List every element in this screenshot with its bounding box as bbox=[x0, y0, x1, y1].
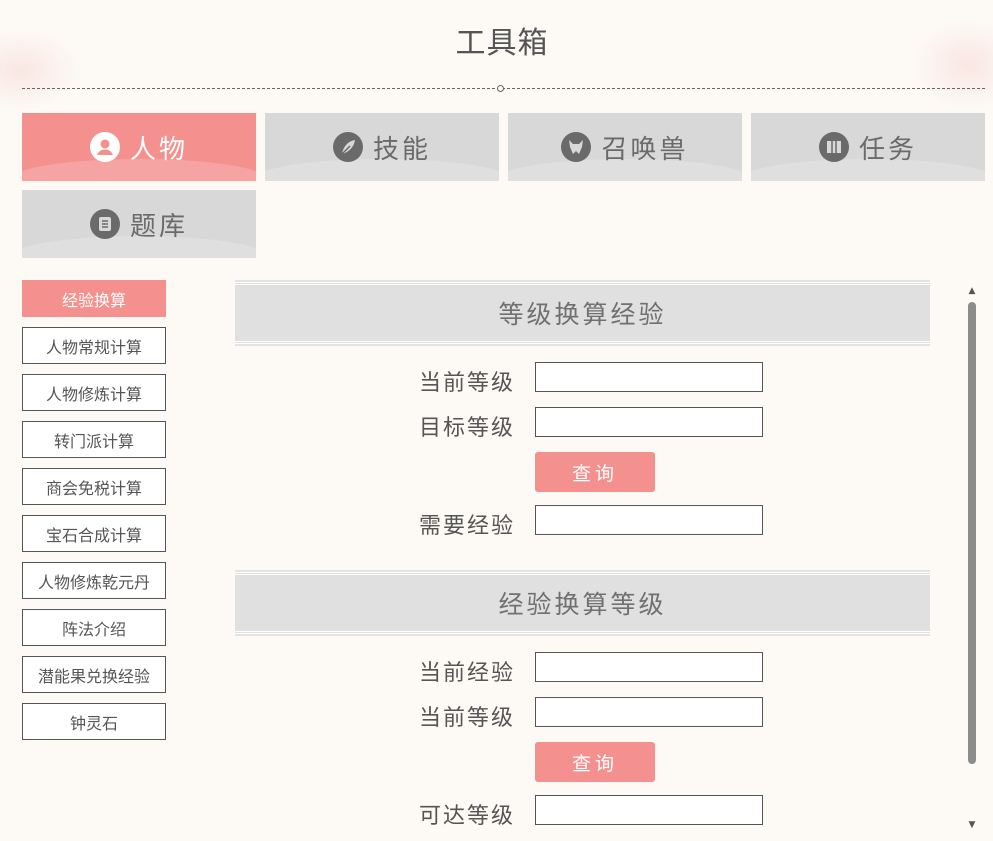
tab-label: 任务 bbox=[858, 134, 917, 165]
field-label: 当前等级 bbox=[418, 371, 515, 396]
field-label: 目标等级 bbox=[418, 416, 515, 441]
scroll-list-icon bbox=[89, 209, 120, 239]
required-exp-output[interactable] bbox=[535, 505, 763, 535]
query-button[interactable]: 查询 bbox=[535, 452, 655, 492]
target-level-input[interactable] bbox=[535, 407, 763, 437]
query-button[interactable]: 查询 bbox=[535, 742, 655, 782]
field-label: 需要经验 bbox=[418, 514, 515, 539]
scroll-up-arrow-icon[interactable]: ▲ bbox=[966, 286, 978, 296]
reachable-level-output[interactable] bbox=[535, 795, 763, 825]
section-title: 等级换算经验 bbox=[235, 282, 930, 344]
feather-icon bbox=[332, 132, 363, 162]
main-panel: 等级换算经验 当前等级 目标等级 查询 需要经验 经验换算等级 当前经验 当前等… bbox=[0, 0, 993, 841]
tab-label: 题库 bbox=[129, 211, 188, 242]
scroll-down-arrow-icon[interactable]: ▼ bbox=[966, 820, 978, 830]
section-title: 经验换算等级 bbox=[235, 572, 930, 634]
user-circle-icon bbox=[89, 132, 120, 162]
field-label: 当前经验 bbox=[418, 661, 515, 686]
field-label: 当前等级 bbox=[418, 706, 515, 731]
field-label: 可达等级 bbox=[418, 804, 515, 829]
scrollbar-thumb[interactable] bbox=[968, 302, 976, 764]
current-level-input-2[interactable] bbox=[535, 697, 763, 727]
current-exp-input[interactable] bbox=[535, 652, 763, 682]
current-level-input[interactable] bbox=[535, 362, 763, 392]
tab-label: 人物 bbox=[129, 134, 188, 165]
tab-label: 技能 bbox=[372, 134, 431, 165]
tab-label: 召唤兽 bbox=[601, 134, 689, 165]
map-icon bbox=[818, 132, 849, 162]
